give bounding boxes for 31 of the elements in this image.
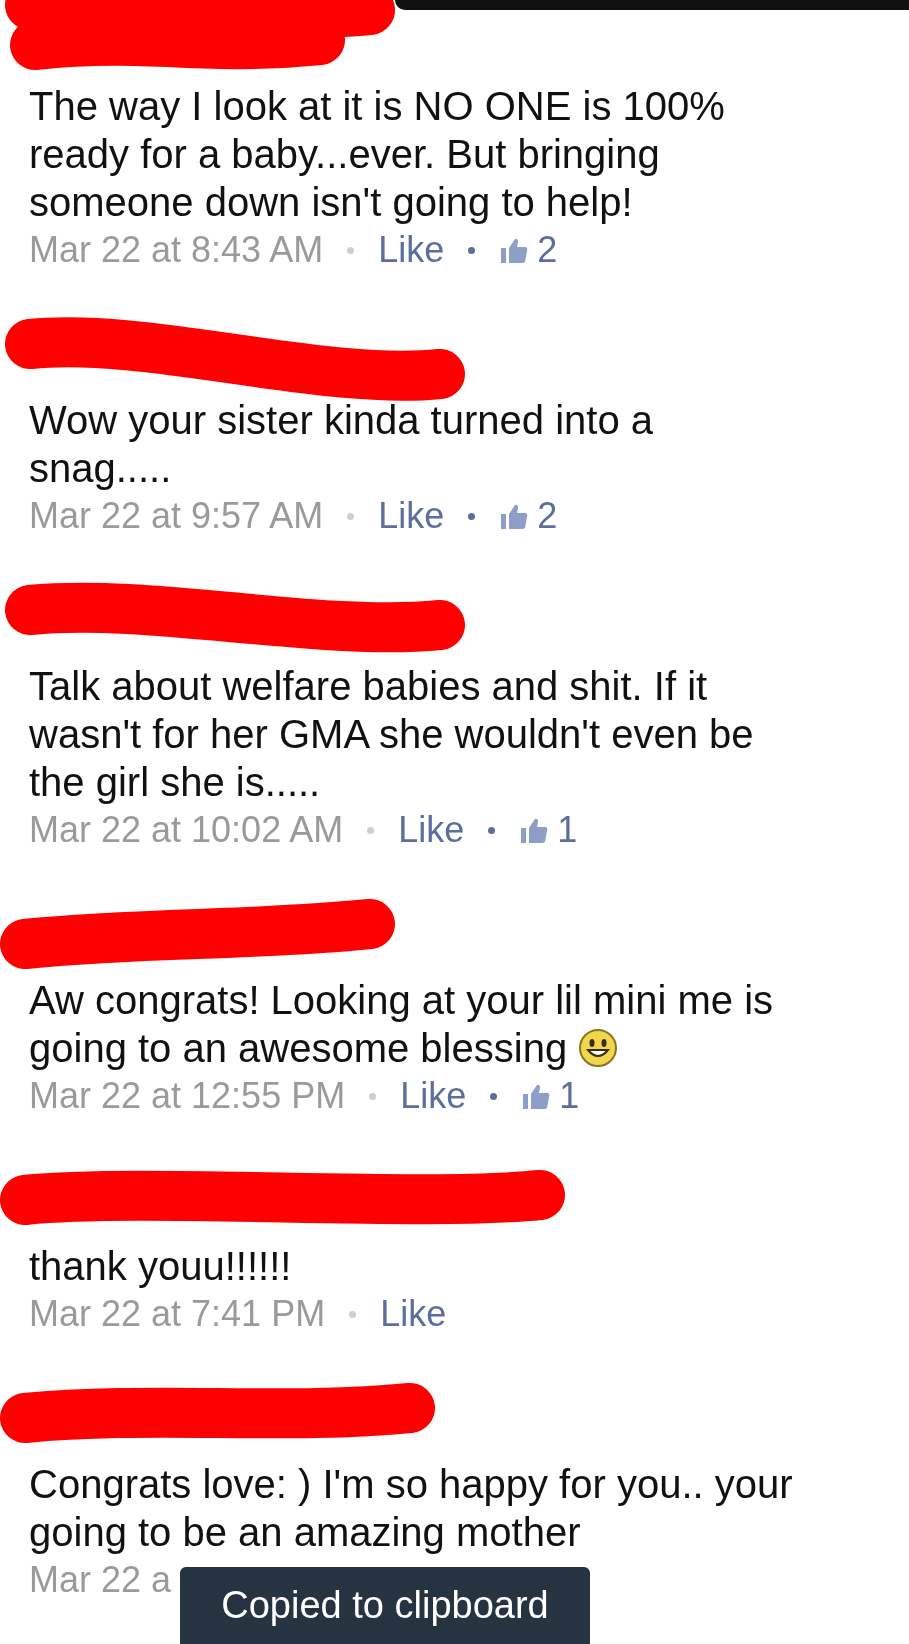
comment-text: Aw congrats! Looking at your lil mini me is going to an awesome blessing xyxy=(28,977,774,1072)
separator-dot xyxy=(468,246,476,254)
comment-text: The way I look at it is NO ONE is 100% ready for a baby...ever. But bringing someone down isn't going to help! xyxy=(28,83,725,226)
comment-text: Talk about welfare babies and shit. If it wasn't for her GMA she wouldn't even be the girl she is..... xyxy=(28,663,754,806)
comment-time: Mar 22 at 8:43 AM xyxy=(29,228,324,272)
separator-dot xyxy=(488,826,496,834)
separator-dot xyxy=(367,826,375,834)
like-count: 1 xyxy=(557,808,578,852)
comment-text: thank youu!!!!!! xyxy=(28,1243,292,1290)
separator-dot xyxy=(468,512,476,520)
separator-dot xyxy=(347,512,355,520)
comment-time: Mar 22 at 7:41 PM xyxy=(29,1292,326,1336)
comment-text: Wow your sister kinda turned into a snag..... xyxy=(28,397,653,492)
like-count: 2 xyxy=(537,228,558,272)
like-link[interactable]: Like xyxy=(400,1072,467,1120)
like-link[interactable]: Like xyxy=(380,1290,447,1338)
like-count: 2 xyxy=(537,494,558,538)
like-link[interactable]: Like xyxy=(378,226,445,274)
comment-time: Mar 22 at 10:02 AM xyxy=(29,808,344,852)
separator-dot xyxy=(369,1092,377,1100)
like-link[interactable]: Like xyxy=(398,806,465,854)
comment-time: Mar 22 at 12:55 PM xyxy=(29,1074,346,1118)
separator-dot xyxy=(490,1092,498,1100)
separator-dot xyxy=(347,246,355,254)
comment-time: Mar 22 a xyxy=(29,1558,172,1602)
like-count: 1 xyxy=(559,1074,580,1118)
toast-message: Copied to clipboard xyxy=(180,1567,590,1644)
comment-time: Mar 22 at 9:57 AM xyxy=(29,494,324,538)
separator-dot xyxy=(349,1310,357,1318)
comment-text: Congrats love: ) I'm so happy for you.. your going to be an amazing mother xyxy=(28,1461,793,1556)
like-link[interactable]: Like xyxy=(378,492,445,540)
